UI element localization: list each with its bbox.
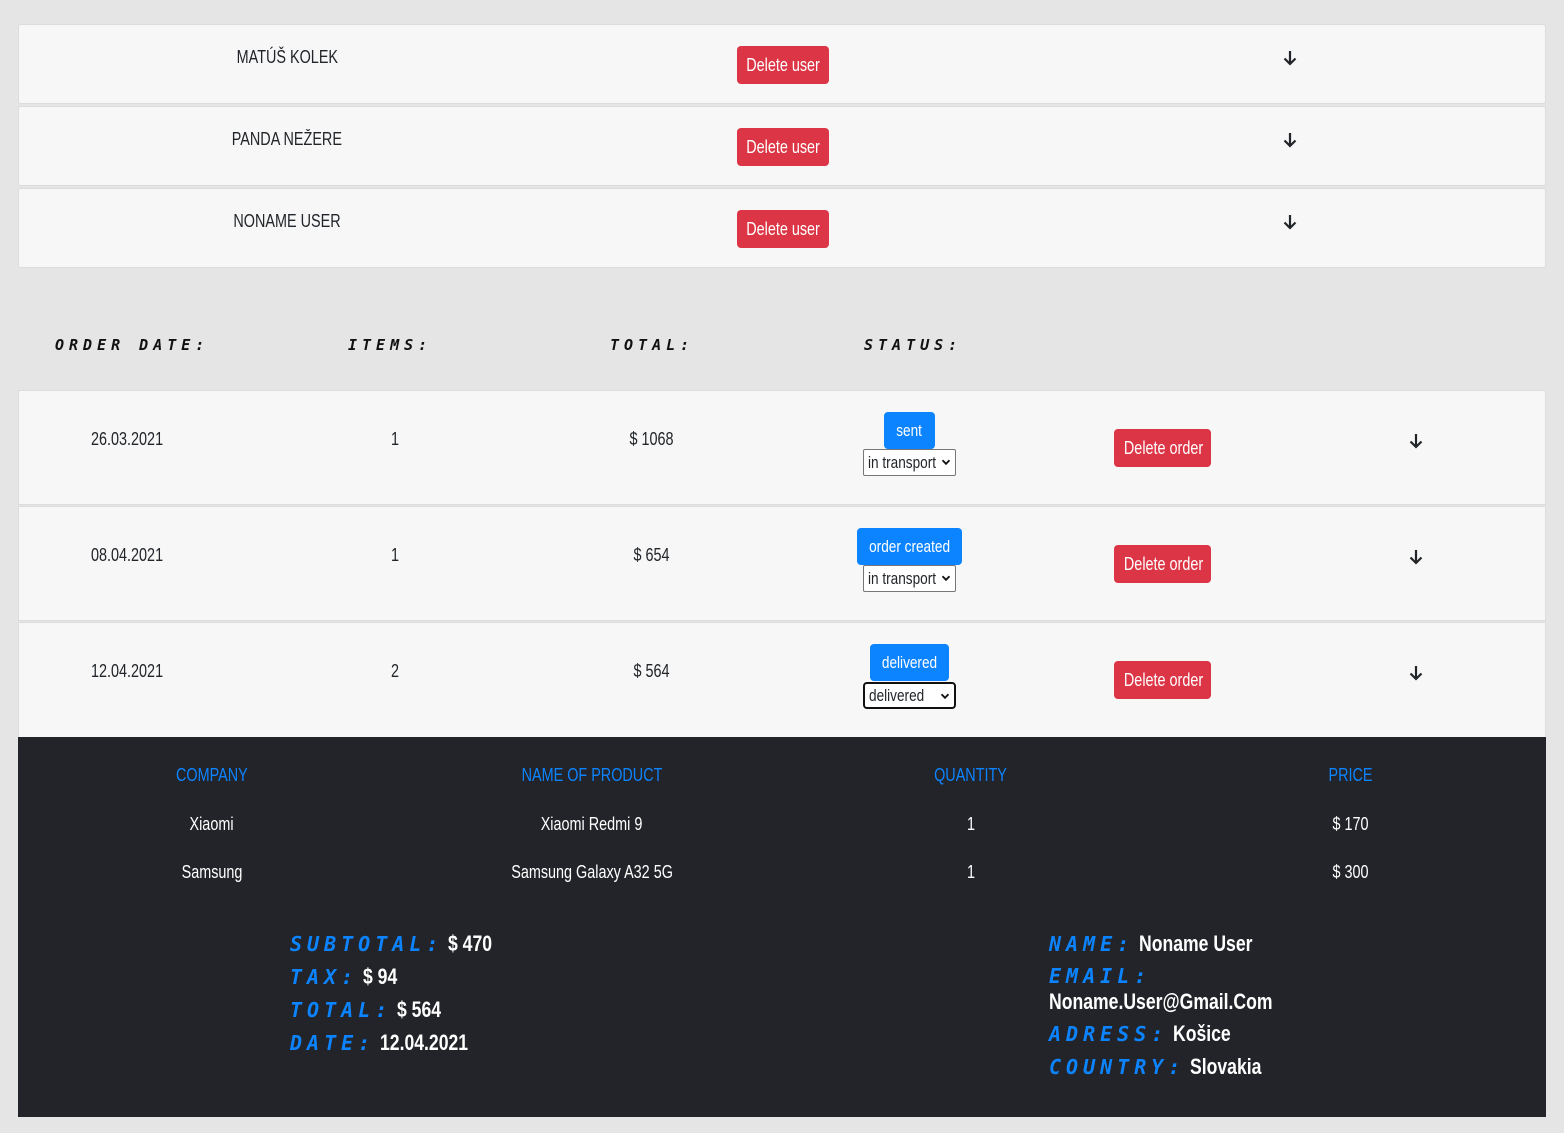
header-items: ITEMS: xyxy=(348,336,433,354)
summary-total: TOTAL: $ 564 xyxy=(290,997,441,1022)
product-name: Samsung Galaxy A32 5G xyxy=(511,862,673,882)
order-table-header: ORDER DATE: ITEMS: TOTAL: STATUS: xyxy=(0,336,1564,360)
user-name: NONAME USER xyxy=(233,211,341,231)
arrow-down-icon[interactable] xyxy=(1280,130,1300,150)
product-quantity: 1 xyxy=(966,814,975,834)
delete-user-button[interactable]: Delete user xyxy=(737,46,829,84)
arrow-down-icon[interactable] xyxy=(1406,663,1426,683)
chevron-down-icon xyxy=(940,693,950,700)
column-header-product: NAME OF PRODUCT xyxy=(521,765,663,785)
order-date: 08.04.2021 xyxy=(90,545,164,565)
delete-order-button[interactable]: Delete order xyxy=(1114,429,1211,467)
user-card: MATÚŠ KOLEK Delete user xyxy=(18,24,1546,104)
order-total: $ 1068 xyxy=(629,429,675,449)
delete-user-button[interactable]: Delete user xyxy=(737,210,829,248)
arrow-down-icon[interactable] xyxy=(1280,212,1300,232)
status-badge: sent xyxy=(884,412,935,449)
arrow-down-icon[interactable] xyxy=(1406,547,1426,567)
arrow-down-icon[interactable] xyxy=(1280,48,1300,68)
header-status: STATUS: xyxy=(864,336,963,354)
order-items: 1 xyxy=(390,429,399,449)
delete-order-button[interactable]: Delete order xyxy=(1114,545,1211,583)
summary-tax: TAX: $ 94 xyxy=(290,964,397,989)
order-detail-panel: COMPANY NAME OF PRODUCT QUANTITY PRICE X… xyxy=(18,737,1546,1117)
column-header-company: COMPANY xyxy=(176,765,248,785)
user-name: PANDA NEŽERE xyxy=(231,129,343,149)
product-price: $ 170 xyxy=(1332,814,1370,834)
arrow-down-icon[interactable] xyxy=(1406,431,1426,451)
column-header-quantity: QUANTITY xyxy=(934,765,1008,785)
delete-user-button[interactable]: Delete user xyxy=(737,128,829,166)
summary-date: DATE: 12.04.2021 xyxy=(290,1030,468,1055)
order-row: 08.04.2021 1 $ 654 order created in tran… xyxy=(18,506,1546,621)
status-select[interactable]: in transport xyxy=(863,565,956,592)
column-header-price: PRICE xyxy=(1328,765,1373,785)
product-name: Xiaomi Redmi 9 xyxy=(541,814,643,834)
header-total: TOTAL: xyxy=(610,336,695,354)
order-date: 12.04.2021 xyxy=(90,661,164,681)
order-total: $ 654 xyxy=(633,545,671,565)
chevron-down-icon xyxy=(941,459,951,466)
user-card: NONAME USER Delete user xyxy=(18,188,1546,268)
delete-order-button[interactable]: Delete order xyxy=(1114,661,1211,699)
customer-email: Noname.User@Gmail.Com xyxy=(1049,989,1273,1014)
chevron-down-icon xyxy=(941,575,951,582)
customer-name: NAME: Noname User xyxy=(1049,931,1253,956)
status-badge: delivered xyxy=(870,644,949,681)
order-row: 12.04.2021 2 $ 564 delivered delivered D… xyxy=(18,622,1546,737)
product-company: Xiaomi xyxy=(189,814,235,834)
status-select[interactable]: delivered xyxy=(863,682,956,709)
user-name: MATÚŠ KOLEK xyxy=(236,47,338,67)
order-items: 1 xyxy=(390,545,399,565)
user-card: PANDA NEŽERE Delete user xyxy=(18,106,1546,186)
customer-country: COUNTRY: Slovakia xyxy=(1049,1054,1262,1079)
status-select[interactable]: in transport xyxy=(863,449,956,476)
order-row: 26.03.2021 1 $ 1068 sent in transport De… xyxy=(18,390,1546,505)
order-total: $ 564 xyxy=(633,661,671,681)
product-quantity: 1 xyxy=(966,862,975,882)
header-order-date: ORDER DATE: xyxy=(55,336,210,354)
customer-address: ADRESS: Košice xyxy=(1049,1021,1231,1046)
status-badge: order created xyxy=(857,528,962,565)
summary-subtotal: SUBTOTAL: $ 470 xyxy=(290,931,492,956)
order-date: 26.03.2021 xyxy=(90,429,164,449)
product-company: Samsung xyxy=(181,862,243,882)
product-price: $ 300 xyxy=(1332,862,1370,882)
order-items: 2 xyxy=(390,661,399,681)
